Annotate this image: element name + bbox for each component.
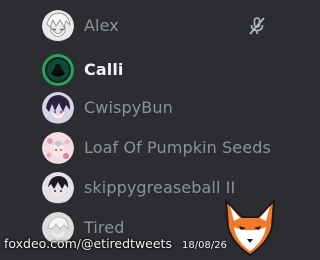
avatar	[42, 10, 74, 42]
avatar	[42, 92, 74, 124]
member-row-alex[interactable]: Alex	[0, 6, 281, 46]
fox-logo-icon	[220, 197, 280, 259]
watermark-source-text: foxdeo.com/@etiredtweets	[4, 236, 172, 251]
avatar	[42, 132, 74, 164]
member-name: Loaf Of Pumpkin Seeds	[84, 138, 271, 157]
avatar	[42, 172, 74, 204]
member-name: CwispyBun	[84, 98, 173, 117]
member-name: Calli	[84, 60, 124, 79]
member-name: Alex	[84, 16, 119, 35]
member-row-loaf-of-pumpkin-seeds[interactable]: Loaf Of Pumpkin Seeds	[0, 128, 281, 168]
member-name: skippygreaseball II	[84, 178, 236, 197]
avatar	[42, 54, 74, 86]
member-list-panel: Alex Calli CwispyBun Loaf Of Pumpkin See…	[0, 0, 281, 260]
member-row-cwispybun[interactable]: CwispyBun	[0, 88, 281, 128]
member-row-calli[interactable]: Calli	[0, 50, 281, 90]
microphone-muted-icon	[247, 16, 267, 36]
